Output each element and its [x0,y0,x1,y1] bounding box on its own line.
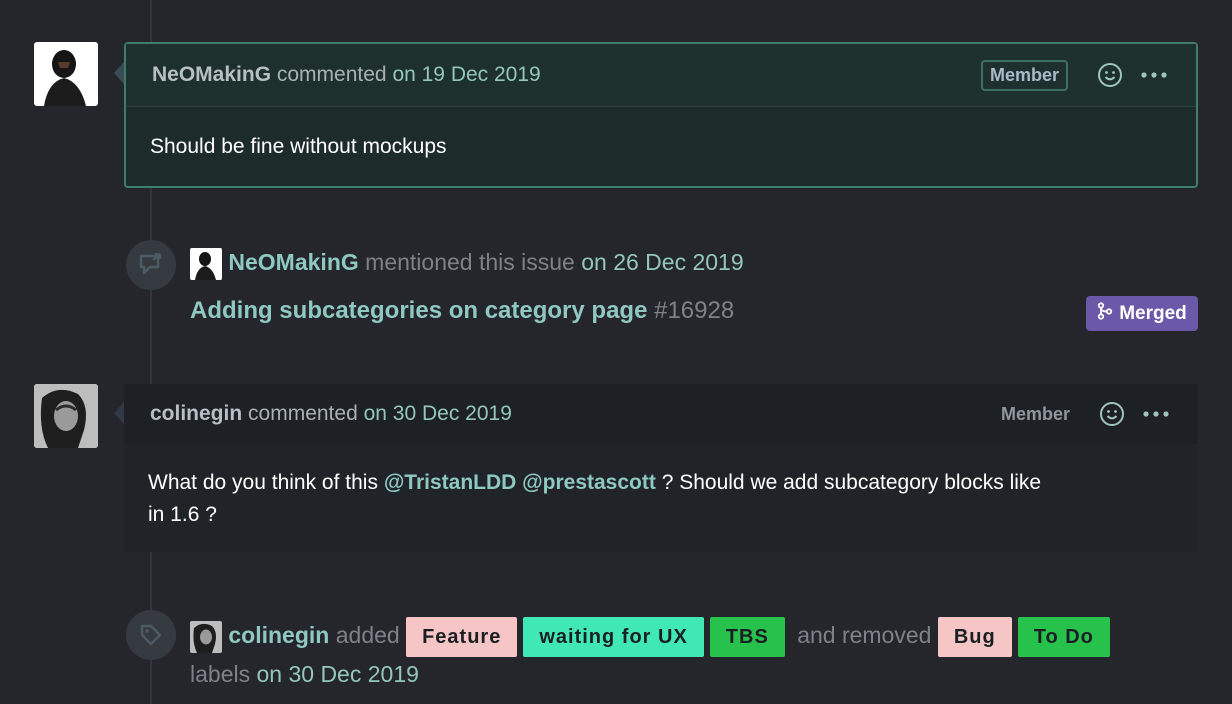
referenced-pr-link[interactable]: Adding subcategories on category page #1… [190,297,734,325]
label-waiting-for-ux[interactable]: waiting for UX [523,617,704,657]
mention-event: NeOMakinG mentioned this issue on 26 Dec… [190,248,744,280]
label-bug[interactable]: Bug [937,617,1012,657]
comment-date[interactable]: on 19 Dec 2019 [392,63,540,87]
label-to-do[interactable]: To Do [1017,617,1110,657]
comment-card: NeOMakinG commented on 19 Dec 2019 Membe… [124,42,1198,188]
tag-icon [126,610,176,660]
avatar-neomaking[interactable] [34,42,98,106]
added-labels: Feature waiting for UX TBS [406,617,791,657]
pr-number: #16928 [654,297,735,324]
user-mention[interactable]: @TristanLDD [384,471,517,494]
mini-avatar-neomaking[interactable] [190,248,222,280]
event-date[interactable]: on 26 Dec 2019 [581,249,743,275]
merge-icon [1097,301,1113,326]
event-action: mentioned this issue [365,249,575,276]
comment-date[interactable]: on 30 Dec 2019 [364,402,512,426]
comment-card: colinegin commented on 30 Dec 2019 Membe… [124,384,1198,552]
comment-text: ? Should we add subcategory blocks like [661,471,1042,494]
label-tbs[interactable]: TBS [709,617,785,657]
label-feature[interactable]: Feature [406,617,518,657]
merged-status-badge: Merged [1086,296,1198,331]
pr-title[interactable]: Adding subcategories on category page [190,297,647,324]
avatar-colinegin[interactable] [34,384,98,448]
comment-header: colinegin commented on 30 Dec 2019 Membe… [124,384,1198,444]
added-word: added [335,622,400,649]
event-author[interactable]: NeOMakinG [228,249,358,275]
smiley-icon[interactable] [1096,398,1128,430]
member-badge: Member [1000,403,1070,424]
mini-avatar-colinegin[interactable] [190,621,222,653]
more-icon[interactable] [1138,59,1170,91]
comment-header: NeOMakinG commented on 19 Dec 2019 Membe… [126,44,1196,107]
comment-text: What do you think of this [148,471,378,494]
comment-text: in 1.6 ? [148,503,217,526]
event-author[interactable]: colinegin [228,622,329,648]
cross-reference-icon [126,240,176,290]
comment-body: What do you think of this @TristanLDD @p… [124,444,1198,554]
comment-action: commented [248,402,358,425]
user-mention[interactable]: @prestascott [522,471,656,494]
removed-labels: Bug To Do [937,617,1116,657]
event-date[interactable]: on 30 Dec 2019 [257,661,419,687]
member-badge: Member [980,59,1068,91]
comment-author[interactable]: colinegin [150,402,242,426]
labels-word: labels [190,661,251,687]
comment-pointer [114,402,124,424]
more-icon[interactable] [1140,398,1172,430]
label-event: colinegin added Feature waiting for UX TBS… [190,617,1190,691]
comment-author[interactable]: NeOMakinG [152,63,271,87]
smiley-icon[interactable] [1094,59,1126,91]
comment-pointer [114,62,124,84]
removed-word: and removed [797,622,932,649]
comment-body: Should be fine without mockups [150,135,447,158]
comment-action: commented [276,63,387,86]
merged-label: Merged [1119,302,1187,324]
